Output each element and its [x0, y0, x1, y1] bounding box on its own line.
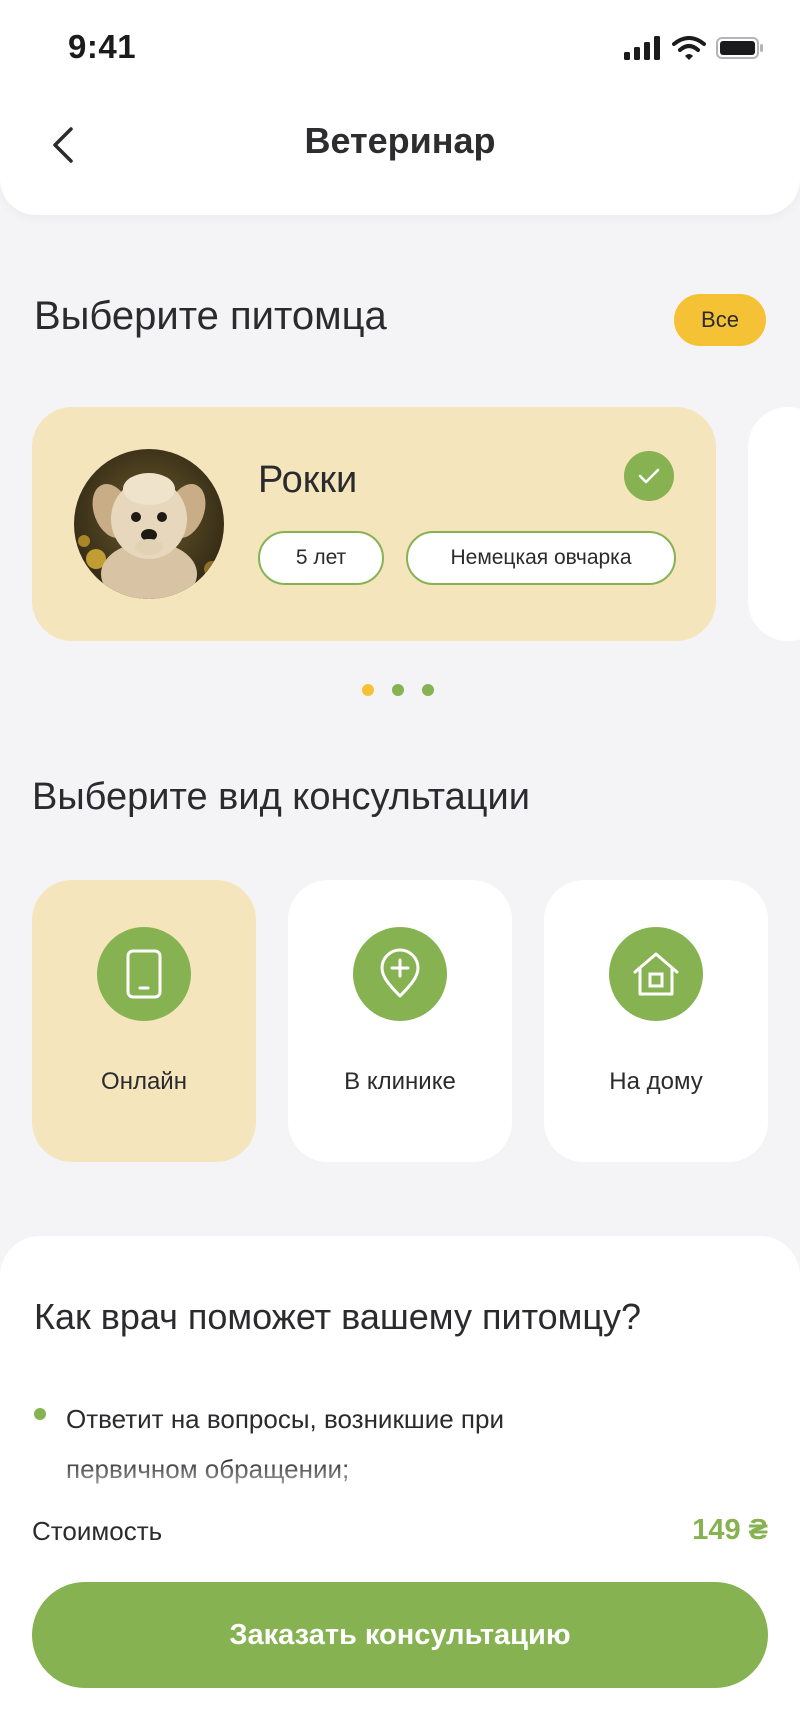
pagination-dot-active[interactable] — [362, 684, 374, 696]
consult-option-home[interactable]: На дому — [544, 880, 768, 1162]
all-pets-button[interactable]: Все — [674, 294, 766, 346]
pagination-dot[interactable] — [392, 684, 404, 696]
help-title: Как врач поможет вашему питомцу? — [34, 1296, 642, 1337]
status-icons — [624, 36, 764, 60]
pet-card[interactable]: Рокки 5 лет Немецкая овчарка — [32, 407, 716, 641]
pet-avatar — [74, 449, 224, 599]
pet-section-title: Выберите питомца — [34, 294, 387, 338]
pet-pagination — [362, 684, 434, 696]
signal-icon — [624, 36, 660, 60]
battery-icon — [716, 37, 763, 59]
house-icon — [609, 927, 703, 1021]
pet-breed-chip: Немецкая овчарка — [406, 531, 676, 585]
pet-name: Рокки — [258, 459, 358, 501]
consult-section-title: Выберите вид консультации — [32, 776, 530, 818]
order-consultation-button[interactable]: Заказать консультацию — [32, 1582, 768, 1688]
location-plus-icon — [353, 927, 447, 1021]
pagination-dot[interactable] — [422, 684, 434, 696]
page-title: Ветеринар — [304, 120, 496, 161]
consult-option-clinic[interactable]: В клинике — [288, 880, 512, 1162]
selected-check-icon — [624, 451, 674, 501]
consult-option-label: Онлайн — [101, 1068, 187, 1095]
price-label: Стоимость — [32, 1516, 163, 1546]
status-time: 9:41 — [68, 28, 137, 65]
consult-option-label: На дому — [609, 1068, 703, 1095]
consult-option-label: В клинике — [344, 1068, 456, 1095]
next-pet-card[interactable] — [748, 407, 800, 641]
wifi-icon — [672, 36, 706, 60]
pet-age-chip: 5 лет — [258, 531, 384, 585]
phone-icon — [97, 927, 191, 1021]
top-bar: 9:41 Ветеринар — [0, 0, 800, 215]
price-value: 149 ₴ — [692, 1514, 768, 1546]
bottom-sheet: Как врач поможет вашему питомцу? Ответит… — [0, 1236, 800, 1732]
consult-option-online[interactable]: Онлайн — [32, 880, 256, 1162]
bullet-dot — [34, 1408, 46, 1420]
